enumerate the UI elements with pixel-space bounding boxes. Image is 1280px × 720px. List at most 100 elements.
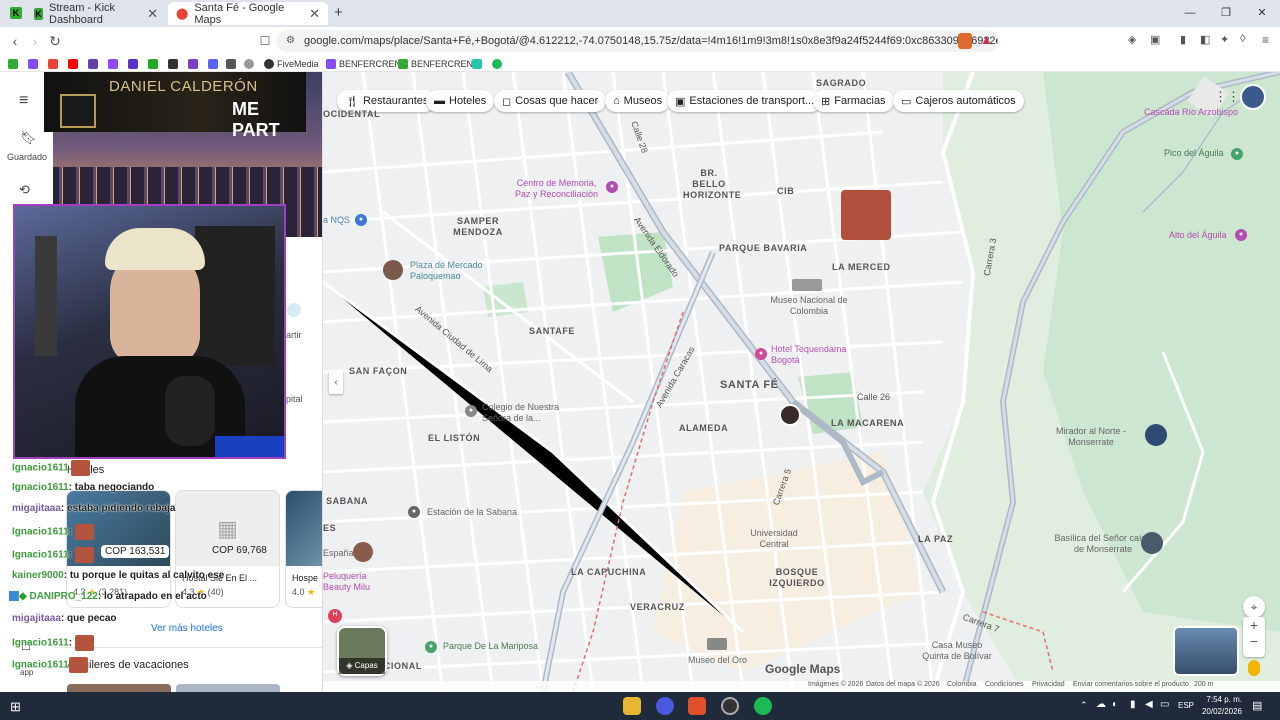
poi-label[interactable]: Universidad Central bbox=[744, 528, 804, 550]
poi-label[interactable]: Centro de Memoria, Paz y Reconciliación bbox=[514, 178, 599, 200]
reload-icon[interactable]: ↻ bbox=[44, 30, 66, 52]
footer-scale[interactable]: 200 m bbox=[1194, 681, 1213, 688]
poi-label[interactable]: Alto del Águila bbox=[1169, 230, 1227, 241]
footer-terms[interactable]: Condiciones bbox=[985, 681, 1024, 688]
wallet-icon[interactable]: ▣ bbox=[1150, 33, 1160, 46]
bookmark-twitch3-icon[interactable] bbox=[108, 57, 118, 70]
poi-label[interactable]: Casa Museo Quinta de Bolívar bbox=[922, 640, 992, 662]
collapse-panel-button[interactable]: ‹ bbox=[329, 372, 343, 394]
windows-start-icon[interactable]: ⊞ bbox=[10, 699, 21, 715]
tray-cloud-icon[interactable]: ☁ bbox=[1096, 699, 1106, 710]
poi-label[interactable]: Peluquería Beauty Milu bbox=[323, 571, 373, 593]
my-location-icon[interactable]: ⌖ bbox=[1243, 596, 1265, 618]
photo-pin-icon[interactable] bbox=[353, 542, 373, 562]
new-tab-button[interactable]: + bbox=[334, 4, 343, 21]
poi-label[interactable]: Basílica del Señor caído de Monserrate bbox=[1053, 533, 1153, 555]
bookmark-kick2-icon[interactable] bbox=[148, 57, 158, 70]
discord-icon[interactable] bbox=[656, 697, 674, 715]
tab-google-maps[interactable]: ⬤ Santa Fé - Google Maps ✕ bbox=[168, 2, 328, 26]
viewpoint-photo-pin-icon[interactable] bbox=[1145, 424, 1167, 446]
bookmark-youtube-icon[interactable] bbox=[68, 57, 78, 70]
park-pin-icon[interactable]: ● bbox=[1231, 148, 1243, 160]
poi-label[interactable]: Parque De La Mariposa bbox=[443, 641, 538, 652]
close-tab-icon[interactable]: ✕ bbox=[147, 6, 158, 22]
layers-button[interactable]: ◈ Capas bbox=[337, 626, 387, 676]
bookmark-globe-icon[interactable] bbox=[244, 57, 254, 70]
poi-label[interactable]: Cascada Río Arzobispo bbox=[1144, 107, 1238, 118]
bookmark-icon[interactable]: ☐ bbox=[254, 30, 276, 52]
chip-atms[interactable]: ▭ Cajeros automáticos bbox=[893, 90, 1024, 112]
share-icon[interactable] bbox=[287, 303, 301, 317]
poi-label[interactable]: Colegio de Nuestra Señora de la... bbox=[482, 402, 572, 424]
zoom-out-button[interactable]: − bbox=[1243, 633, 1265, 649]
language-indicator[interactable]: ESP bbox=[1178, 701, 1194, 710]
poi-label[interactable]: Mirador al Norte - Monserrate bbox=[1051, 426, 1131, 448]
brave-icon[interactable] bbox=[688, 697, 706, 715]
museum-building-icon[interactable] bbox=[707, 638, 727, 650]
bookmark-brave-icon[interactable] bbox=[226, 57, 236, 70]
volume-icon[interactable]: ◀ bbox=[1145, 699, 1153, 710]
bookmark-benfercren-1[interactable]: BENFERCREN bbox=[326, 57, 401, 70]
address-bar[interactable]: google.com/maps/place/Santa+Fé,+Bogotá/@… bbox=[276, 30, 998, 52]
chip-hotels[interactable]: ▬ Hoteles bbox=[426, 90, 495, 112]
transit-pin-icon[interactable]: ● bbox=[355, 214, 367, 226]
forward-icon[interactable]: › bbox=[24, 30, 46, 52]
footer-country[interactable]: Colombia bbox=[947, 681, 977, 688]
street-view-preview[interactable] bbox=[1173, 626, 1239, 676]
saved-icon[interactable]: 🔖︎ bbox=[20, 130, 37, 146]
bookmark-twitch2-icon[interactable] bbox=[88, 57, 98, 70]
brave-shield-icon[interactable] bbox=[958, 33, 972, 49]
chip-things-to-do[interactable]: ◻ Cosas que hacer bbox=[494, 90, 607, 112]
sidebar-icon[interactable]: ▮ bbox=[1180, 33, 1186, 46]
spotify-icon[interactable] bbox=[754, 697, 772, 715]
close-window-button[interactable]: ✕ bbox=[1244, 0, 1280, 27]
zoom-in-button[interactable]: + bbox=[1243, 617, 1265, 633]
saved-label[interactable]: Guardado bbox=[7, 152, 47, 162]
bookmark-download-icon[interactable] bbox=[168, 57, 178, 70]
footer-privacy[interactable]: Privacidad bbox=[1032, 681, 1065, 688]
minimize-button[interactable]: — bbox=[1172, 0, 1208, 27]
clock-date[interactable]: 20/02/2026 bbox=[1200, 707, 1242, 716]
bookmark-ext-icon[interactable] bbox=[472, 57, 482, 70]
school-pin-icon[interactable]: ● bbox=[465, 405, 477, 417]
close-tab-icon[interactable]: ✕ bbox=[309, 6, 320, 22]
history-icon[interactable]: ⟲ bbox=[19, 182, 30, 198]
leo-ai-icon[interactable]: ✦ bbox=[1220, 33, 1229, 46]
chip-transit[interactable]: ▣ Estaciones de transport... bbox=[667, 90, 823, 112]
location-photo-pin-icon[interactable] bbox=[779, 404, 801, 426]
park-pin-icon[interactable]: ● bbox=[425, 641, 437, 653]
network-icon[interactable]: ▭ bbox=[1160, 699, 1169, 710]
menu-icon[interactable]: ≡ bbox=[1262, 33, 1269, 47]
site-info-icon[interactable]: ⚙ bbox=[286, 35, 295, 46]
basilica-photo-pin-icon[interactable] bbox=[1141, 532, 1163, 554]
extensions-icon[interactable]: ◈ bbox=[1128, 33, 1136, 46]
obs-icon[interactable] bbox=[721, 697, 739, 715]
bookmark-twitch-icon[interactable] bbox=[28, 57, 38, 70]
clock-time[interactable]: 7:54 p. m. bbox=[1200, 695, 1242, 704]
market-photo-pin-icon[interactable] bbox=[383, 260, 403, 280]
attraction-pin-icon[interactable]: ● bbox=[1235, 229, 1247, 241]
poi-label[interactable]: a NQS bbox=[323, 215, 350, 226]
bookmark-green-icon[interactable] bbox=[492, 57, 502, 70]
notification-icon[interactable]: ▤ bbox=[1252, 699, 1262, 712]
file-explorer-icon[interactable] bbox=[623, 697, 641, 715]
attraction-pin-icon[interactable]: ● bbox=[606, 181, 618, 193]
tray-chevron-icon[interactable]: ⌃ bbox=[1080, 700, 1088, 711]
share-fragment[interactable]: artir bbox=[286, 330, 302, 340]
hamburger-menu-icon[interactable]: ≡ bbox=[19, 92, 28, 110]
chip-museums[interactable]: ⌂ Museos bbox=[605, 90, 671, 112]
apps-grid-icon[interactable]: ⋮⋮ bbox=[1214, 89, 1240, 105]
kick-app-icon[interactable]: K bbox=[10, 7, 22, 19]
vpn-icon[interactable]: ◧ bbox=[1200, 33, 1210, 46]
brave-rewards-icon[interactable]: ▲ bbox=[980, 32, 993, 47]
poi-label[interactable]: Museo del Oro bbox=[688, 655, 747, 666]
tab-kick-dashboard[interactable]: K Stream - Kick Dashboard ✕ bbox=[26, 2, 166, 26]
station-pin-icon[interactable]: ● bbox=[408, 506, 420, 518]
shield-icon[interactable]: ◊ bbox=[1240, 33, 1245, 45]
back-icon[interactable]: ‹ bbox=[4, 30, 26, 52]
restore-button[interactable]: ❐ bbox=[1208, 0, 1244, 27]
bookmark-benfercren-2[interactable]: BENFERCREN bbox=[398, 57, 473, 70]
pegman-icon[interactable] bbox=[1248, 660, 1260, 676]
tray-audio-icon[interactable]: ◐ bbox=[1112, 699, 1118, 710]
poi-label[interactable]: Pico del Águila bbox=[1164, 148, 1224, 159]
